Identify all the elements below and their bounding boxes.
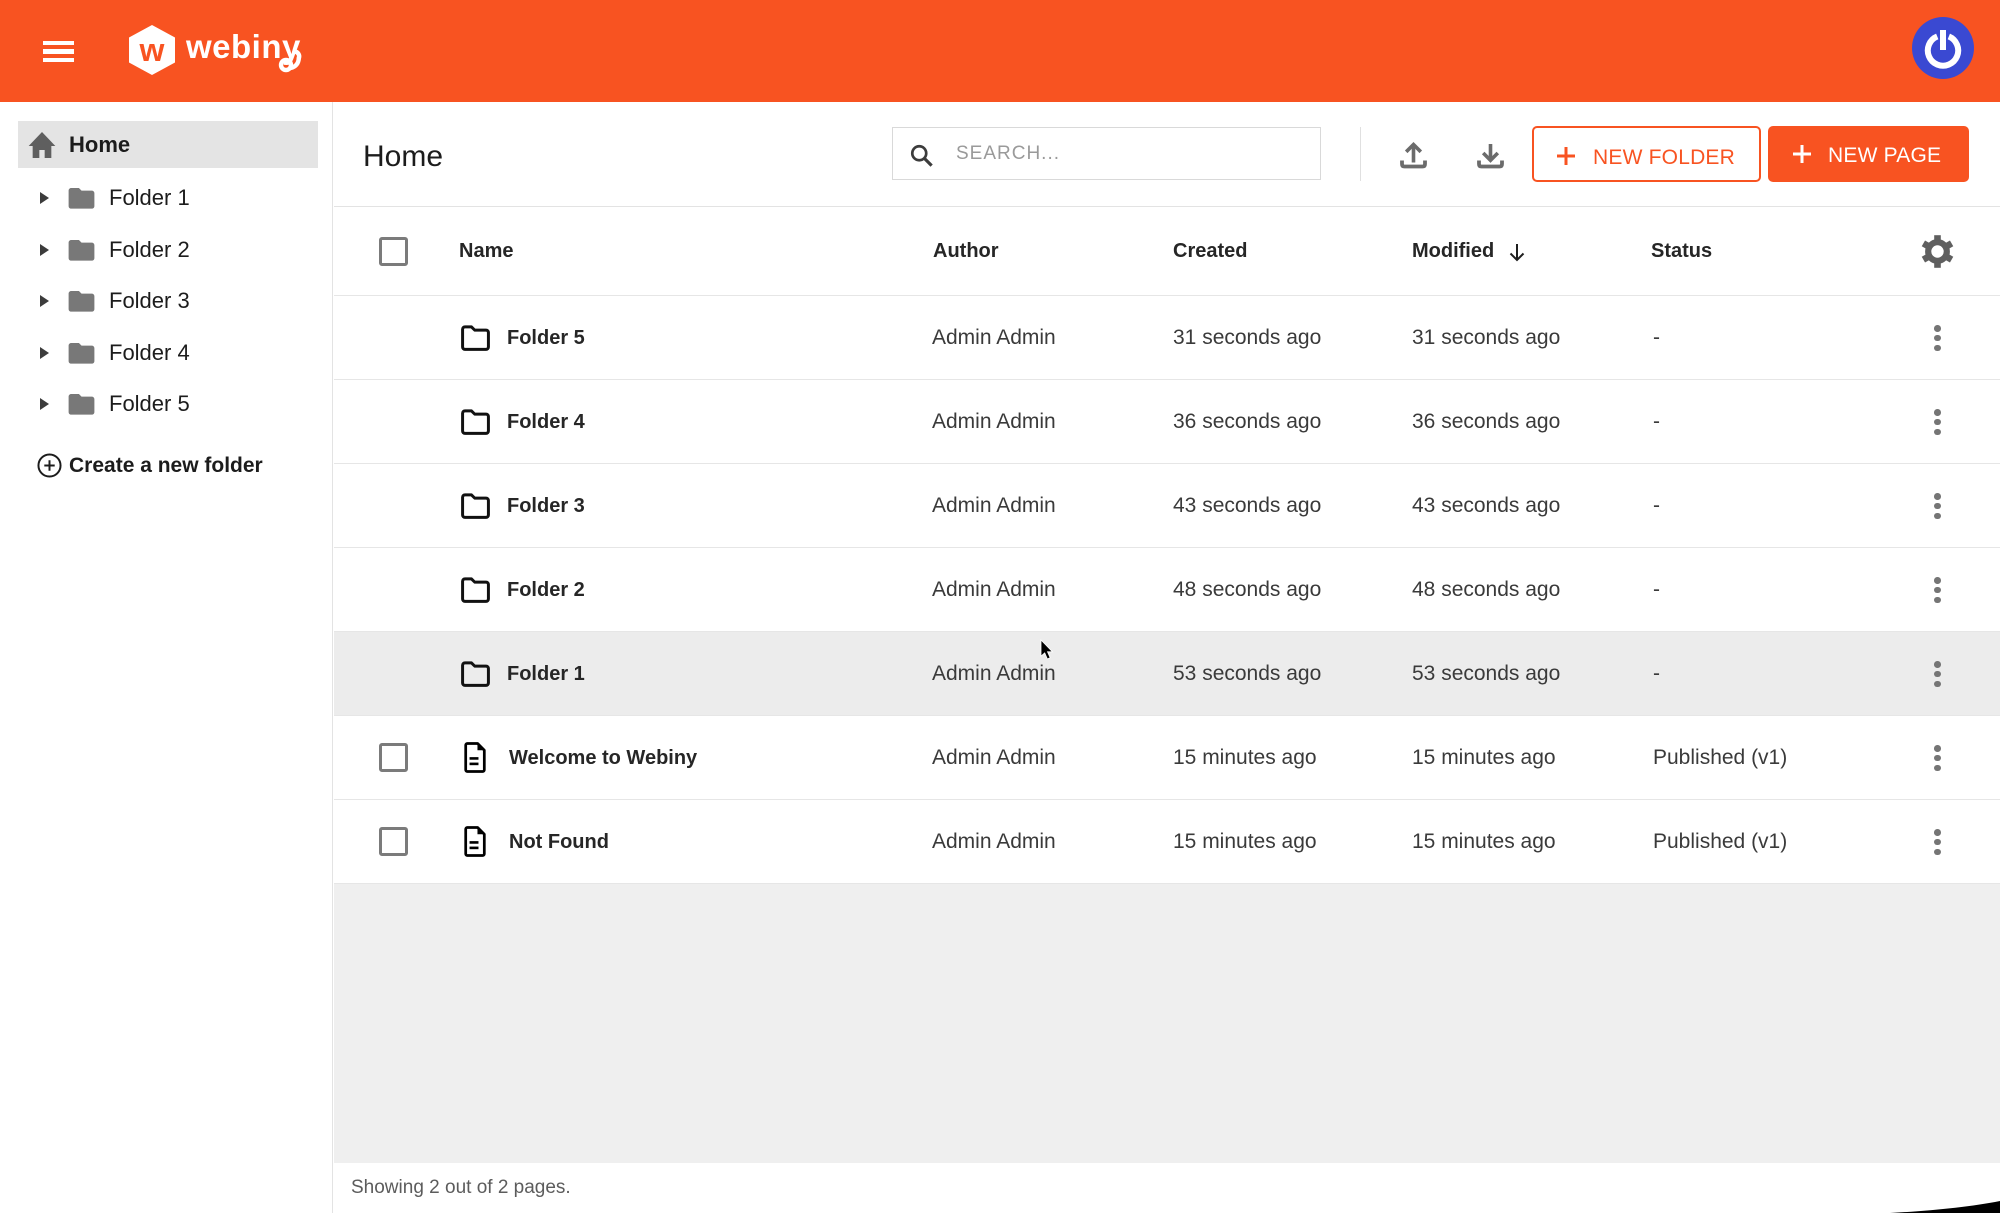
svg-text:w: w <box>139 32 165 68</box>
